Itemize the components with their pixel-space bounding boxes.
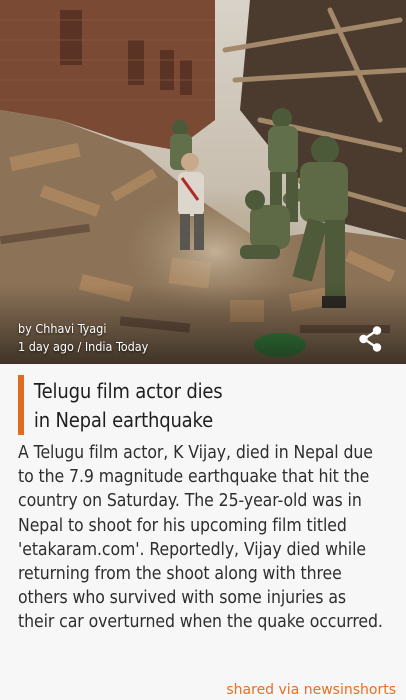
headline-line-1: Telugu film actor dies bbox=[33, 379, 223, 403]
author-name[interactable]: by Chhavi Tyagi bbox=[18, 320, 106, 338]
share-button[interactable] bbox=[356, 324, 386, 354]
headline-block: Telugu film actor dies in Nepal earthqua… bbox=[18, 375, 388, 435]
share-icon bbox=[359, 326, 382, 352]
news-card: by Chhavi Tyagi 1 day ago / India Today … bbox=[0, 0, 406, 700]
byline: by Chhavi Tyagi 1 day ago / India Today bbox=[18, 320, 148, 356]
headline: Telugu film actor dies in Nepal earthqua… bbox=[24, 375, 352, 435]
article-meta[interactable]: 1 day ago / India Today bbox=[18, 338, 148, 356]
article-body: A Telugu film actor, K Vijay, died in Ne… bbox=[18, 443, 383, 633]
article-photo[interactable] bbox=[0, 0, 406, 364]
headline-line-2: in Nepal earthquake bbox=[33, 408, 214, 432]
shared-via-footer[interactable]: shared via newsinshorts bbox=[226, 682, 396, 698]
